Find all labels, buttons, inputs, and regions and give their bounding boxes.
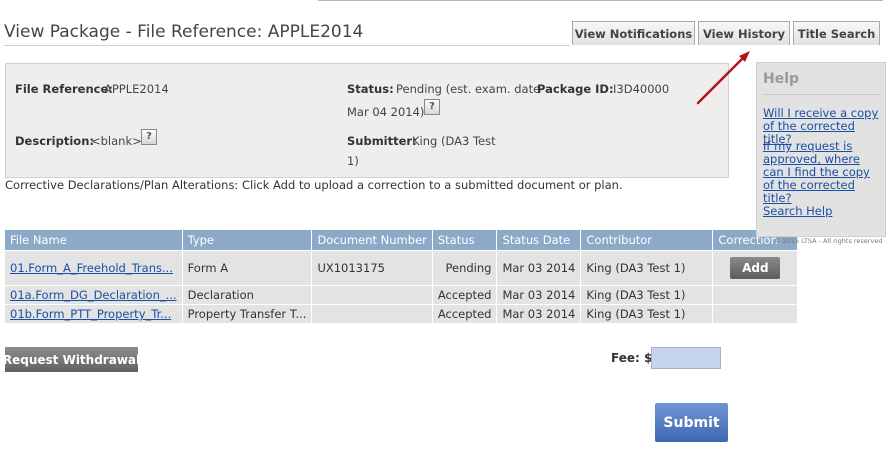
header-status[interactable]: Status: [432, 230, 498, 251]
file-reference-label: File Reference:: [15, 82, 113, 96]
status-help-icon[interactable]: [424, 99, 440, 115]
add-correction-button[interactable]: Add: [730, 257, 781, 279]
top-divider: [318, 0, 883, 1]
status-date-cell: Mar 03 2014: [496, 250, 582, 286]
help-title: Help: [763, 71, 800, 87]
description-value: <blank>: [91, 134, 142, 148]
package-id-label: Package ID:: [537, 82, 614, 96]
copyright-notice: © 2015 LTSA - All rights reserved: [774, 237, 883, 245]
document-number-cell: [311, 285, 433, 305]
table-row: 01a.Form_DG_Declaration_... Declaration …: [5, 285, 799, 305]
tab-title-search[interactable]: Title Search: [793, 21, 880, 45]
correction-cell: Add: [712, 250, 799, 286]
file-link[interactable]: 01a.Form_DG_Declaration_...: [10, 288, 177, 302]
contributor-cell: King (DA3 Test 1): [580, 250, 714, 286]
table-row: 01b.Form_PTT_Property_Tr... Property Tra…: [5, 304, 799, 323]
type-cell: Property Transfer T...: [182, 304, 313, 323]
corrective-instructions: Corrective Declarations/Plan Alterations…: [5, 178, 623, 192]
file-name-cell: 01.Form_A_Freehold_Trans...: [5, 250, 183, 286]
file-name-cell: 01a.Form_DG_Declaration_...: [5, 285, 183, 305]
package-id-value: I3D40000: [613, 82, 670, 96]
help-link-search-help[interactable]: Search Help: [763, 205, 881, 218]
header-type[interactable]: Type: [182, 230, 313, 251]
correction-cell: [712, 285, 799, 305]
correction-cell: [712, 304, 799, 323]
contributor-cell: King (DA3 Test 1): [580, 304, 714, 323]
tab-view-notifications[interactable]: View Notifications: [572, 21, 695, 45]
description-label: Description:: [15, 134, 94, 148]
status-cell: Accepted: [432, 285, 498, 305]
status-value-line2: Mar 04 2014): [347, 105, 425, 119]
submit-button[interactable]: Submit: [655, 403, 728, 442]
header-status-date[interactable]: Status Date: [496, 230, 582, 251]
fee-input[interactable]: [651, 347, 721, 369]
contributor-cell: King (DA3 Test 1): [580, 285, 714, 305]
annotation-arrow-icon: [696, 51, 750, 105]
header-document-number[interactable]: Document Number: [311, 230, 433, 251]
status-value-line1: Pending (est. exam. date: [396, 82, 541, 96]
status-cell: Accepted: [432, 304, 498, 323]
file-link[interactable]: 01.Form_A_Freehold_Trans...: [10, 261, 173, 275]
package-info-panel: File Reference: APPLE2014 Status: Pendin…: [5, 63, 729, 178]
document-number-cell: [311, 304, 433, 323]
files-table: File Name Type Document Number Status St…: [5, 230, 799, 323]
type-cell: Declaration: [182, 285, 313, 305]
help-divider: [763, 94, 879, 95]
submitter-value-line2: 1): [347, 154, 359, 168]
request-withdrawal-button[interactable]: Request Withdrawal: [3, 347, 140, 372]
fee-label: Fee: $: [611, 351, 653, 365]
table-header-row: File Name Type Document Number Status St…: [5, 230, 799, 251]
status-date-cell: Mar 03 2014: [496, 304, 582, 323]
title-divider: [4, 45, 570, 46]
submitter-label: Submitter:: [347, 134, 417, 148]
tab-view-history[interactable]: View History: [698, 21, 790, 45]
file-link[interactable]: 01b.Form_PTT_Property_Tr...: [10, 307, 171, 321]
document-number-cell: UX1013175: [311, 250, 433, 286]
file-reference-value: APPLE2014: [104, 82, 169, 96]
status-cell: Pending: [432, 250, 498, 286]
page-title: View Package - File Reference: APPLE2014: [4, 22, 364, 42]
help-panel: Help Will I receive a copy of the correc…: [756, 62, 886, 237]
status-date-cell: Mar 03 2014: [496, 285, 582, 305]
help-link-find-copy[interactable]: If my request is approved, where can I f…: [763, 140, 881, 205]
submitter-value-line1: King (DA3 Test: [412, 134, 496, 148]
status-label: Status:: [347, 82, 394, 96]
file-name-cell: 01b.Form_PTT_Property_Tr...: [5, 304, 183, 323]
header-contributor[interactable]: Contributor: [580, 230, 714, 251]
description-help-icon[interactable]: [141, 129, 157, 145]
type-cell: Form A: [182, 250, 313, 286]
header-file-name[interactable]: File Name: [5, 230, 183, 251]
table-row: 01.Form_A_Freehold_Trans... Form A UX101…: [5, 250, 799, 286]
